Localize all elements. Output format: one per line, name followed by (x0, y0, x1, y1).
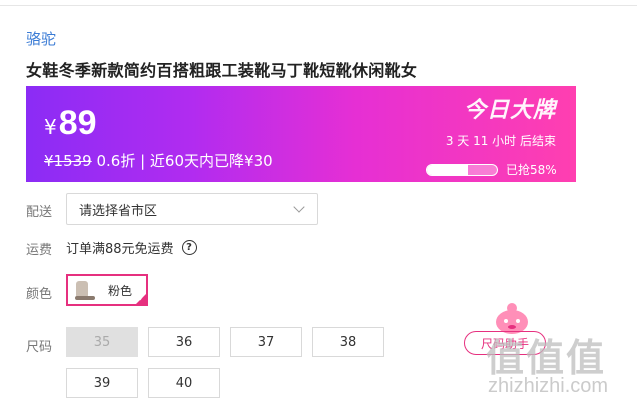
size-option-35: 35 (66, 327, 138, 357)
size-option-36[interactable]: 36 (148, 327, 220, 357)
today-brand-badge: 今日大牌 (463, 98, 556, 123)
size-label: 尺码 (26, 340, 53, 355)
color-option-label: 粉色 (108, 283, 133, 298)
chevron-down-icon (293, 201, 305, 213)
price-details: ¥1539 0.6折 | 近60天内已降¥30 (44, 150, 273, 171)
product-title: 女鞋冬季新款简约百搭粗跟工装靴马丁靴短靴休闲靴女 (26, 61, 418, 80)
color-option-pink[interactable]: 粉色 ✓ (66, 274, 148, 306)
progress-fill (427, 164, 468, 175)
color-label: 颜色 (26, 287, 53, 302)
countdown-timer: 3 天 11 小时 后结束 (445, 134, 556, 148)
shipping-text: 订单满88元免运费 (66, 242, 174, 257)
promo-banner: ¥ 89 ¥1539 0.6折 | 近60天内已降¥30 今日大牌 3 天 11… (26, 86, 576, 182)
brand-link[interactable]: 骆驼 (26, 28, 56, 49)
delivery-label: 配送 (26, 205, 53, 220)
region-select-value: 请选择省市区 (79, 203, 158, 219)
discount-details: 0.6折 | 近60天内已降¥30 (91, 152, 273, 170)
help-icon[interactable]: ? (181, 240, 197, 255)
size-option-40[interactable]: 40 (148, 368, 220, 398)
size-option-37[interactable]: 37 (230, 327, 302, 357)
watermark-logo: 值值值 (486, 336, 607, 380)
region-select[interactable]: 请选择省市区 (66, 193, 318, 225)
shipping-info: 订单满88元免运费 ? (66, 238, 197, 257)
watermark-url: zhizhizhi.com (488, 375, 609, 397)
boot-thumbnail (72, 279, 98, 301)
currency-symbol: ¥ (44, 115, 57, 139)
progress-text: 已抢58% (506, 163, 557, 177)
price-row: ¥ 89 (44, 104, 97, 143)
original-price: ¥1539 (44, 152, 92, 170)
current-price: 89 (58, 104, 97, 142)
size-option-39[interactable]: 39 (66, 368, 138, 398)
size-option-38[interactable]: 38 (312, 327, 384, 357)
top-divider (0, 5, 637, 6)
sales-progress: 已抢58% (426, 161, 557, 178)
shipping-label: 运费 (26, 243, 53, 258)
progress-bar (426, 163, 498, 176)
